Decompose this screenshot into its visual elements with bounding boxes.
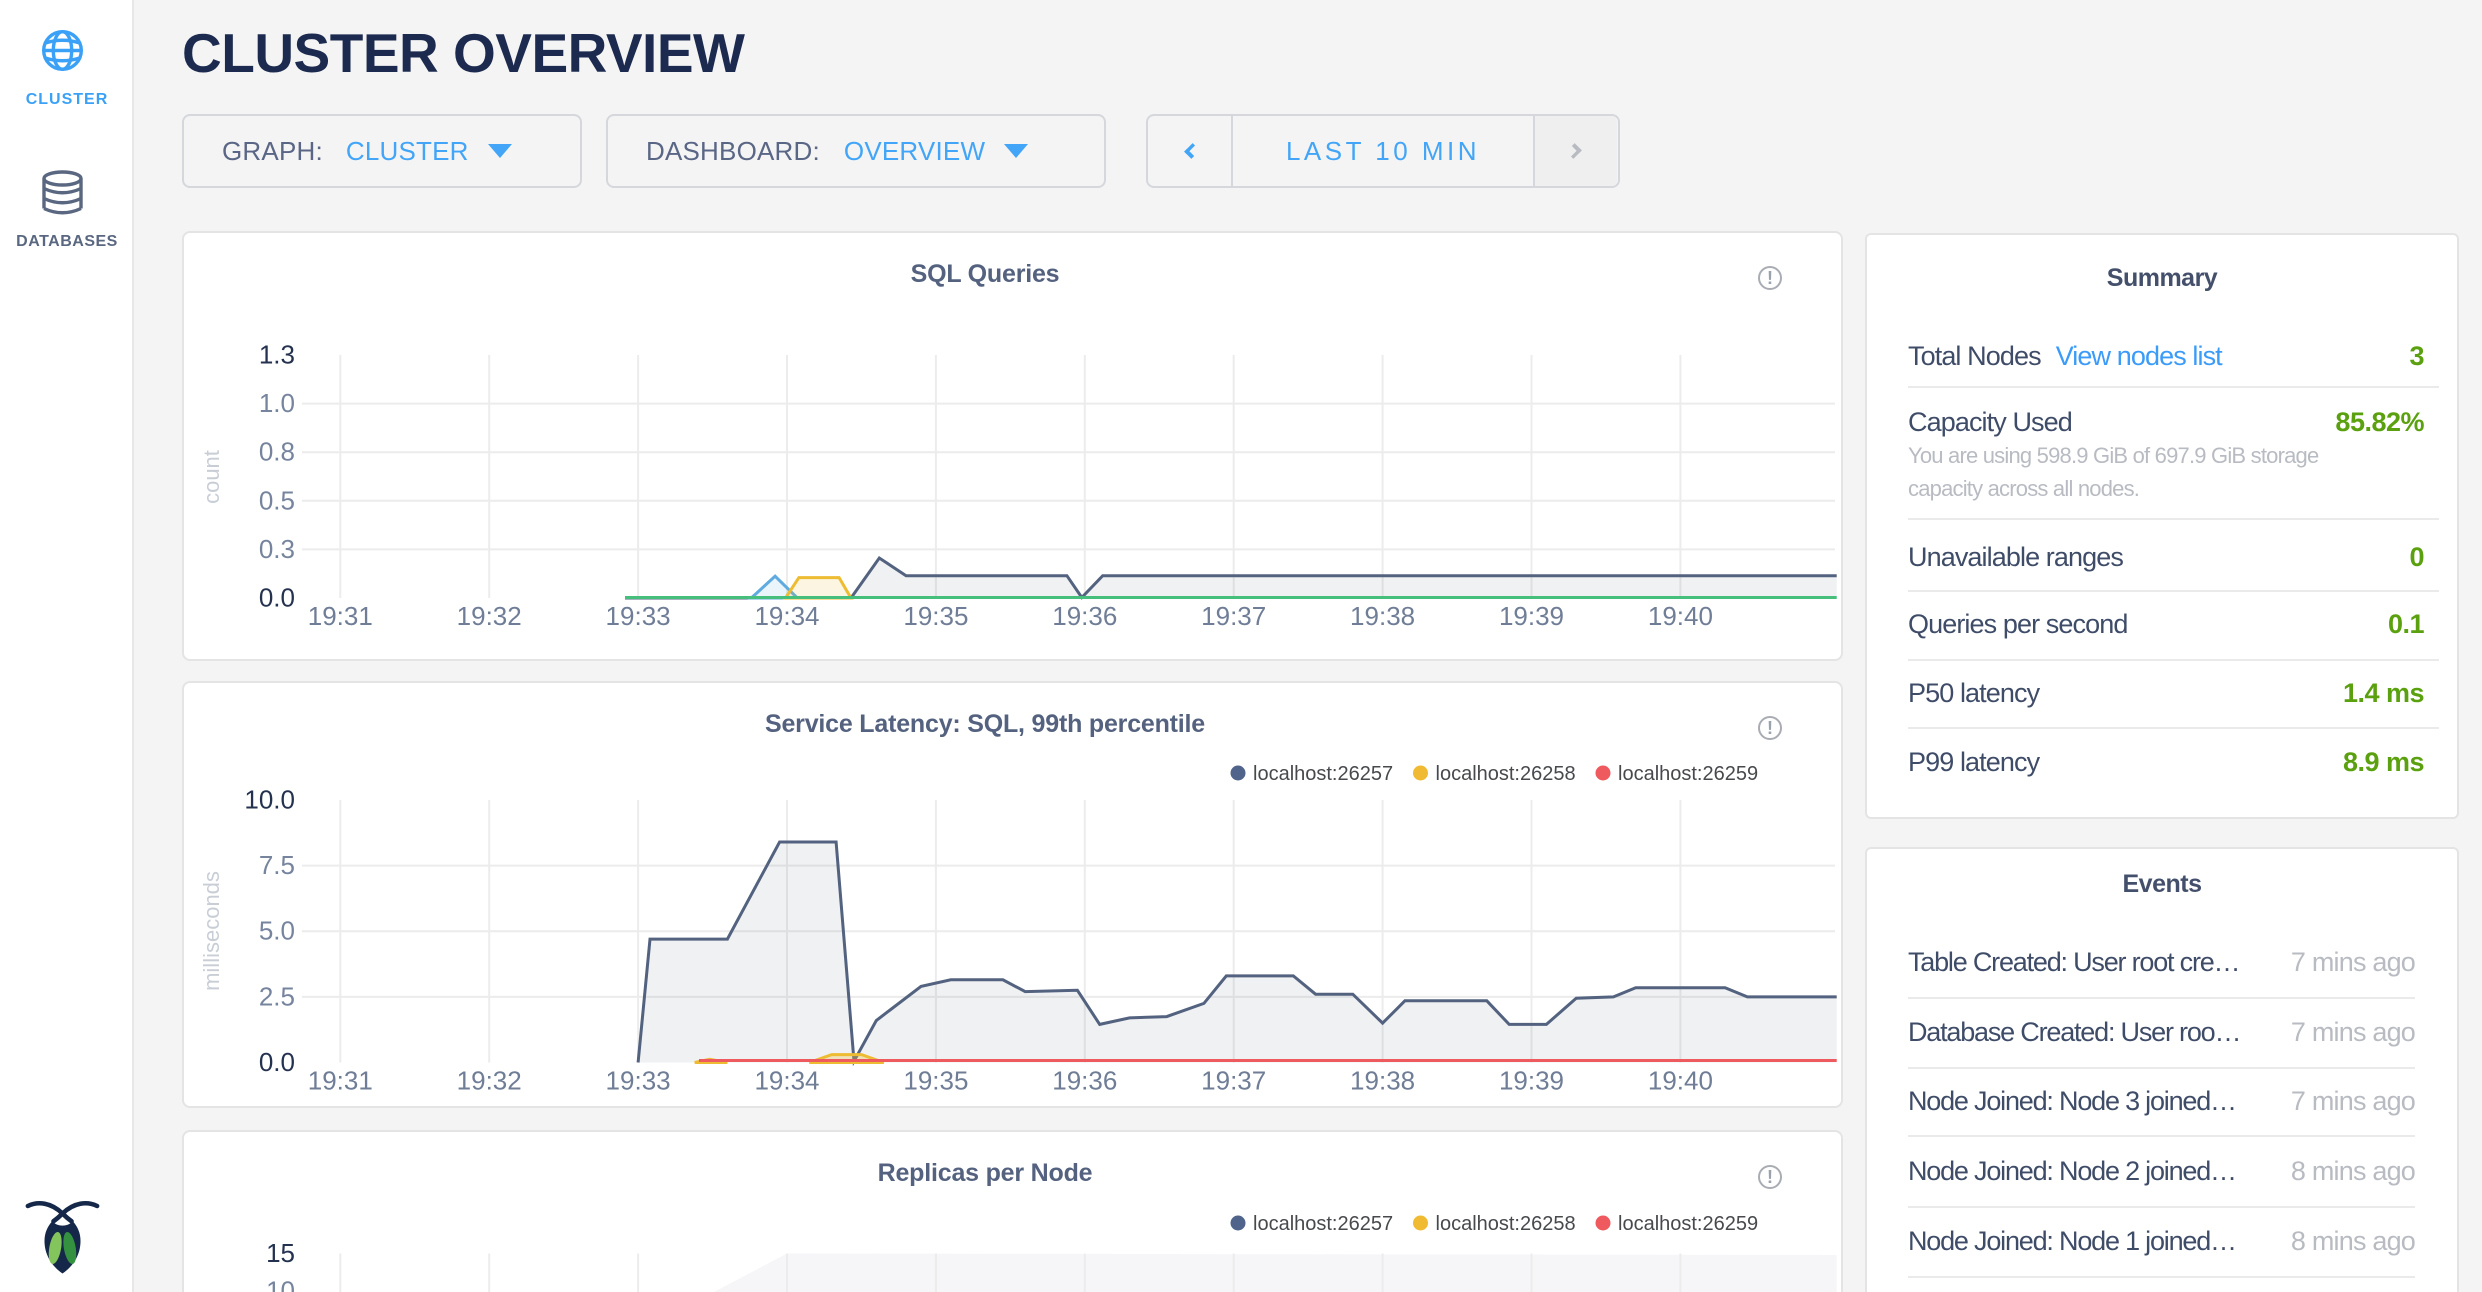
svg-text:1.3: 1.3 — [259, 340, 295, 370]
svg-text:19:33: 19:33 — [606, 1066, 671, 1096]
svg-text:localhost:26258: localhost:26258 — [1436, 763, 1576, 785]
svg-text:19:35: 19:35 — [903, 1066, 968, 1096]
svg-text:19:33: 19:33 — [606, 601, 671, 631]
svg-text:0.8: 0.8 — [259, 437, 295, 467]
svg-text:19:36: 19:36 — [1052, 1066, 1117, 1096]
svg-text:localhost:26257: localhost:26257 — [1253, 1213, 1393, 1235]
svg-text:19:36: 19:36 — [1052, 601, 1117, 631]
svg-text:10: 10 — [266, 1276, 295, 1292]
svg-text:0.3: 0.3 — [259, 534, 295, 564]
svg-text:19:35: 19:35 — [903, 601, 968, 631]
svg-text:19:40: 19:40 — [1648, 1066, 1713, 1096]
svg-text:19:34: 19:34 — [754, 1066, 819, 1096]
svg-text:10.0: 10.0 — [244, 785, 295, 815]
svg-text:0.0: 0.0 — [259, 1047, 295, 1077]
svg-text:19:31: 19:31 — [308, 1066, 373, 1096]
svg-text:19:32: 19:32 — [457, 601, 522, 631]
svg-text:localhost:26258: localhost:26258 — [1436, 1213, 1576, 1235]
svg-text:19:38: 19:38 — [1350, 601, 1415, 631]
svg-text:19:39: 19:39 — [1499, 1066, 1564, 1096]
svg-text:19:31: 19:31 — [308, 601, 373, 631]
svg-text:19:32: 19:32 — [457, 1066, 522, 1096]
svg-text:15: 15 — [266, 1238, 295, 1268]
svg-text:0.5: 0.5 — [259, 485, 295, 515]
svg-text:19:34: 19:34 — [754, 601, 819, 631]
svg-text:19:37: 19:37 — [1201, 1066, 1266, 1096]
svg-text:19:37: 19:37 — [1201, 601, 1266, 631]
svg-text:2.5: 2.5 — [259, 981, 295, 1011]
svg-text:5.0: 5.0 — [259, 916, 295, 946]
svg-text:milliseconds: milliseconds — [199, 871, 224, 991]
svg-text:count: count — [199, 450, 224, 504]
svg-text:localhost:26259: localhost:26259 — [1618, 763, 1758, 785]
svg-text:7.5: 7.5 — [259, 850, 295, 880]
svg-text:19:38: 19:38 — [1350, 1066, 1415, 1096]
svg-text:localhost:26257: localhost:26257 — [1253, 763, 1393, 785]
svg-text:localhost:26259: localhost:26259 — [1618, 1213, 1758, 1235]
svg-text:19:39: 19:39 — [1499, 601, 1564, 631]
svg-text:1.0: 1.0 — [259, 388, 295, 418]
svg-text:19:40: 19:40 — [1648, 601, 1713, 631]
svg-text:0.0: 0.0 — [259, 583, 295, 613]
